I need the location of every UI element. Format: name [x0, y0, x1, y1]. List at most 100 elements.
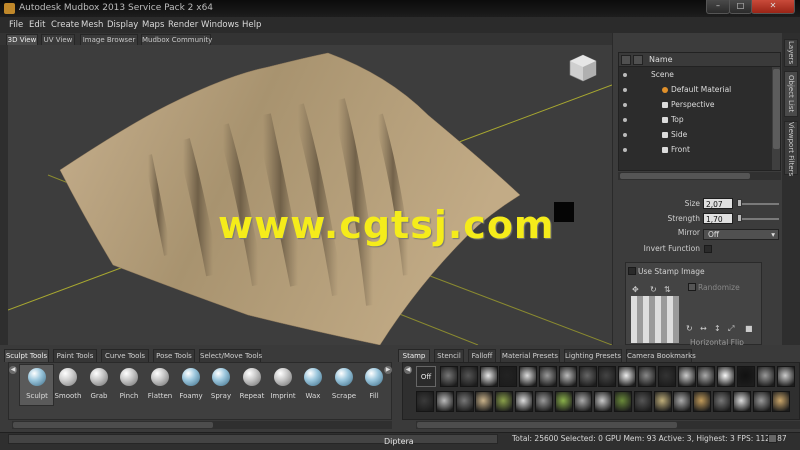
tab-layers[interactable]: Layers — [784, 39, 798, 67]
strength-slider[interactable] — [737, 218, 779, 220]
tool-sculpt[interactable]: Sculpt — [23, 366, 51, 408]
tab-camera-bookmarks[interactable]: Camera Bookmarks — [626, 349, 696, 362]
view-cube[interactable] — [569, 54, 597, 82]
flip-horizontal-icon[interactable]: ↔ — [700, 324, 707, 333]
menu-windows[interactable]: Windows — [201, 20, 239, 30]
menu-create[interactable]: Create — [51, 20, 79, 30]
tab-material-presets[interactable]: Material Presets — [500, 349, 560, 362]
visibility-dot-icon[interactable] — [623, 133, 627, 137]
visibility-dot-icon[interactable] — [623, 103, 627, 107]
list-item[interactable]: Top — [619, 113, 771, 128]
visibility-dot-icon[interactable] — [623, 73, 627, 77]
object-list-scrollbar[interactable] — [772, 67, 780, 170]
mirror-dropdown[interactable]: Off ▾ — [703, 229, 779, 240]
tab-object-list[interactable]: Object List — [784, 71, 798, 117]
menu-display[interactable]: Display — [107, 20, 138, 30]
visibility-dot-icon[interactable] — [623, 88, 627, 92]
stamp-thumbnail[interactable] — [495, 391, 514, 412]
scrollbar-thumb[interactable] — [620, 173, 750, 179]
stamp-thumbnail[interactable] — [618, 366, 637, 387]
stamp-thumbnail[interactable] — [756, 366, 775, 387]
tool-scrape[interactable]: Scrape — [330, 366, 358, 408]
tool-wax[interactable]: Wax — [299, 366, 327, 408]
object-list-hscrollbar[interactable] — [618, 172, 781, 180]
menu-mesh[interactable]: Mesh — [81, 20, 103, 30]
tab-stencil[interactable]: Stencil — [434, 349, 464, 362]
stamp-thumbnail[interactable] — [459, 366, 478, 387]
tab-curve-tools[interactable]: Curve Tools — [101, 349, 149, 362]
scrollbar-thumb[interactable] — [13, 422, 213, 428]
tab-select-move-tools[interactable]: Select/Move Tools — [199, 349, 262, 362]
stamp-thumbnail[interactable] — [677, 366, 696, 387]
move-icon[interactable]: ✥ — [632, 285, 639, 294]
stamp-thumbnail[interactable] — [633, 391, 652, 412]
tool-spray[interactable]: Spray — [207, 366, 235, 408]
status-toggle-button[interactable] — [768, 434, 777, 443]
rotate-icon[interactable]: ↻ — [650, 285, 657, 294]
size-slider-handle[interactable] — [737, 199, 742, 207]
strength-input[interactable]: 1,70 — [703, 213, 733, 224]
stamp-thumbnail[interactable] — [554, 391, 573, 412]
visibility-eye-icon[interactable] — [621, 55, 631, 65]
stamp-thumbnail[interactable] — [732, 391, 751, 412]
close-button[interactable]: ✕ — [751, 0, 795, 14]
tab-viewport-filters[interactable]: Viewport Filters — [784, 121, 798, 176]
scrollbar-thumb[interactable] — [417, 422, 677, 428]
minimize-button[interactable]: – — [706, 0, 730, 14]
size-input[interactable]: 2,07 — [703, 198, 733, 209]
flip-icon[interactable]: ⇅ — [664, 285, 671, 294]
fit-icon[interactable]: ⤢ — [728, 324, 734, 334]
stamp-thumbnail[interactable] — [772, 391, 791, 412]
stamp-thumbnail[interactable] — [455, 391, 474, 412]
tab-3d-view[interactable]: 3D View — [6, 34, 38, 45]
tab-paint-tools[interactable]: Paint Tools — [53, 349, 97, 362]
stamp-preview-image[interactable] — [631, 296, 679, 343]
tool-pinch[interactable]: Pinch — [115, 366, 143, 408]
lock-icon[interactable] — [633, 55, 643, 65]
stamp-thumbnail[interactable] — [534, 391, 553, 412]
tray-scroll-left-icon[interactable]: ◀ — [9, 366, 17, 374]
stamp-thumbnail[interactable] — [657, 366, 676, 387]
stamp-thumbnail[interactable] — [539, 366, 557, 387]
stamp-thumbnail[interactable] — [479, 366, 498, 387]
tool-imprint[interactable]: Imprint — [269, 366, 297, 408]
stamp-off-button[interactable]: Off — [416, 366, 436, 387]
stamp-thumbnail[interactable] — [776, 366, 795, 387]
stamp-thumbnail[interactable] — [515, 391, 533, 412]
stamp-thumbnail[interactable] — [578, 366, 597, 387]
stamp-thumbnail[interactable] — [713, 391, 731, 412]
stamp-thumbnail[interactable] — [693, 391, 712, 412]
stamp-thumbnail[interactable] — [638, 366, 656, 387]
sculpt-mesh[interactable] — [59, 52, 521, 345]
tool-fill[interactable]: Fill — [360, 366, 388, 408]
menu-maps[interactable]: Maps — [142, 20, 164, 30]
tab-sculpt-tools[interactable]: Sculpt Tools — [4, 349, 49, 362]
flip-vertical-icon[interactable]: ↕ — [714, 324, 721, 333]
invert-function-checkbox[interactable] — [704, 245, 712, 253]
stamp-thumbnail[interactable] — [499, 366, 518, 387]
stamp-thumbnail[interactable] — [435, 391, 454, 412]
strength-slider-handle[interactable] — [737, 214, 742, 222]
stamp-thumbnail[interactable] — [416, 391, 434, 412]
reset-icon[interactable]: ■ — [745, 324, 753, 333]
tab-stamp[interactable]: Stamp — [398, 349, 430, 362]
tool-repeat[interactable]: Repeat — [238, 366, 266, 408]
visibility-dot-icon[interactable] — [623, 118, 627, 122]
stamp-thumbnail[interactable] — [475, 391, 494, 412]
stamp-thumbnail[interactable] — [558, 366, 577, 387]
stamp-tray-scrollbar[interactable] — [416, 421, 800, 429]
tab-lighting-presets[interactable]: Lighting Presets — [564, 349, 622, 362]
visibility-dot-icon[interactable] — [623, 148, 627, 152]
list-item[interactable]: Side — [619, 128, 771, 143]
stamp-thumbnail[interactable] — [653, 391, 672, 412]
stamp-thumbnail[interactable] — [752, 391, 771, 412]
tab-uv-view[interactable]: UV View — [41, 34, 75, 45]
list-item[interactable]: Front — [619, 143, 771, 158]
tab-image-browser[interactable]: Image Browser — [80, 34, 138, 45]
stamp-thumbnail[interactable] — [440, 366, 458, 387]
tool-grab[interactable]: Grab — [85, 366, 113, 408]
stamp-scroll-left-icon[interactable]: ◀ — [404, 366, 412, 374]
maximize-button[interactable]: □ — [729, 0, 752, 14]
size-slider[interactable] — [737, 203, 779, 205]
tool-flatten[interactable]: Flatten — [146, 366, 174, 408]
